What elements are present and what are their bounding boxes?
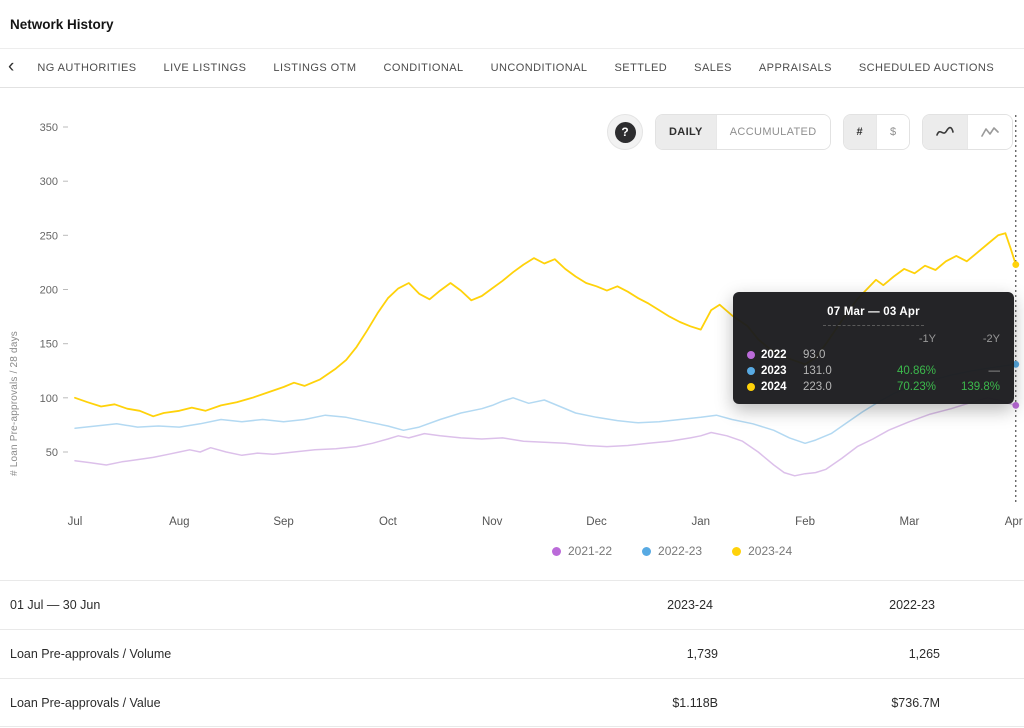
tab-conditional[interactable]: CONDITIONAL [383,62,463,74]
series-end-dot-2021-22 [1012,402,1020,409]
table-row: Loan Pre-approvals / Value $1.118B $736.… [0,678,1024,727]
help-button[interactable]: ? [607,114,643,150]
svg-text:50: 50 [46,447,58,459]
svg-text:200: 200 [40,285,58,297]
legend-label: 2022-23 [658,544,703,558]
back-chevron-icon[interactable]: ‹ [8,57,14,79]
tab-scheduled-auctions[interactable]: SCHEDULED AUCTIONS [859,62,994,74]
row-value: $1.118B [672,695,718,710]
y-axis-label: # Loan Pre-approvals / 28 days [9,331,20,476]
chart-tooltip: 07 Mar — 03 Apr -1Y -2Y 2022 93.0 2023 1… [733,292,1014,404]
page-title: Network History [10,16,114,32]
tooltip-2y-change: — [988,365,1001,377]
row-value: 1,739 [686,647,718,661]
tooltip-value: 93.0 [803,349,826,361]
tab-sales[interactable]: SALES [694,62,732,74]
svg-text:100: 100 [40,393,58,405]
tooltip-1y-change: 40.86% [896,365,936,377]
row-label: Loan Pre-approvals / Value [10,695,161,710]
legend-item-2021-22[interactable]: 2021-22 [552,544,612,558]
sharp-line-button[interactable] [967,115,1013,149]
svg-text:Dec: Dec [586,516,607,528]
tab-ng-authorities[interactable]: NG AUTHORITIES [37,62,136,74]
chart-toolbar: ? DAILY ACCUMULATED # $ 28 DAYS ▾ [607,114,1024,150]
tooltip-year: 2023 [761,365,787,377]
tab-live-listings[interactable]: LIVE LISTINGS [164,62,247,74]
table-header-row: 01 Jul — 30 Jun 2023-24 2022-23 [0,580,1024,629]
count-unit-button[interactable]: # [843,115,876,149]
tooltip-year: 2022 [761,349,787,361]
chart-legend: 2021-22 2022-23 2023-24 [552,544,792,558]
legend-dot-blue [642,546,652,556]
svg-text:Feb: Feb [795,516,815,528]
legend-dot-purple [552,546,561,556]
tab-unconditional[interactable]: UNCONDITIONAL [491,62,588,74]
tooltip-dot-2022 [747,351,755,359]
question-icon: ? [614,121,636,143]
svg-text:350: 350 [40,122,58,134]
legend-item-2022-23[interactable]: 2022-23 [642,544,702,558]
tab-bar: ‹ NG AUTHORITIES LIVE LISTINGS LISTINGS … [0,48,1024,88]
row-value: 1,265 [908,647,940,661]
row-label: Loan Pre-approvals / Volume [10,647,172,661]
tooltip-col-1y: -1Y [918,333,936,345]
table-col-2023-24: 2023-24 [667,598,713,612]
chart-section: 350 300 250 200 150 100 50 Jul Aug Sep Oct Nov Dec Ja… [0,88,1024,580]
sharp-line-icon [981,127,1000,137]
dollar-unit-button[interactable]: $ [875,115,910,149]
tab-settled[interactable]: SETTLED [615,62,668,74]
line-style-toggle-group [922,114,1014,150]
svg-text:Apr: Apr [1005,516,1023,528]
legend-label: 2023-24 [748,544,793,558]
smooth-line-button[interactable] [923,115,968,149]
series-end-dot-2023-24 [1012,261,1020,268]
tooltip-value: 223.0 [803,381,832,393]
summary-table: 01 Jul — 30 Jun 2023-24 2022-23 Loan Pre… [0,580,1024,727]
tooltip-1y-change: 70.23% [896,381,936,393]
accumulated-button[interactable]: ACCUMULATED [715,115,830,149]
row-value: $736.7M [891,695,940,710]
legend-dot-yellow [732,546,742,556]
tooltip-2y-change: 139.8% [960,381,1000,393]
table-period-label: 01 Jul — 30 Jun [10,598,101,612]
tooltip-title: 07 Mar — 03 Apr [823,306,924,326]
svg-text:Nov: Nov [482,516,503,528]
tooltip-year: 2024 [761,381,787,393]
svg-text:150: 150 [40,339,58,351]
table-col-2022-23: 2022-23 [889,598,935,612]
tooltip-table: -1Y -2Y 2022 93.0 2023 131.0 40.86% — 20… [747,333,1000,393]
smooth-line-icon [936,126,955,136]
tooltip-value: 131.0 [803,365,832,377]
page-header: Network History [0,0,1024,48]
tab-appraisals[interactable]: APPRAISALS [759,62,832,74]
tab-listings-otm[interactable]: LISTINGS OTM [273,62,356,74]
legend-item-2023-24[interactable]: 2023-24 [732,544,792,558]
unit-toggle-group: # $ [842,114,911,150]
legend-label: 2021-22 [568,544,613,558]
tooltip-dot-2023 [747,367,755,375]
svg-text:Mar: Mar [899,516,919,528]
svg-text:Oct: Oct [379,516,398,528]
svg-text:Aug: Aug [169,516,189,528]
series-line-2021-22 [74,397,1017,477]
svg-text:Sep: Sep [273,516,293,528]
tooltip-col-2y: -2Y [982,333,1000,345]
table-row: Loan Pre-approvals / Volume 1,739 1,265 [0,629,1024,678]
tooltip-dot-2024 [747,383,755,391]
svg-text:Jul: Jul [68,516,83,528]
svg-text:250: 250 [40,230,58,242]
svg-text:300: 300 [40,176,58,188]
svg-text:Jan: Jan [692,516,711,528]
daily-button[interactable]: DAILY [656,115,716,149]
mode-toggle-group: DAILY ACCUMULATED [655,114,831,150]
